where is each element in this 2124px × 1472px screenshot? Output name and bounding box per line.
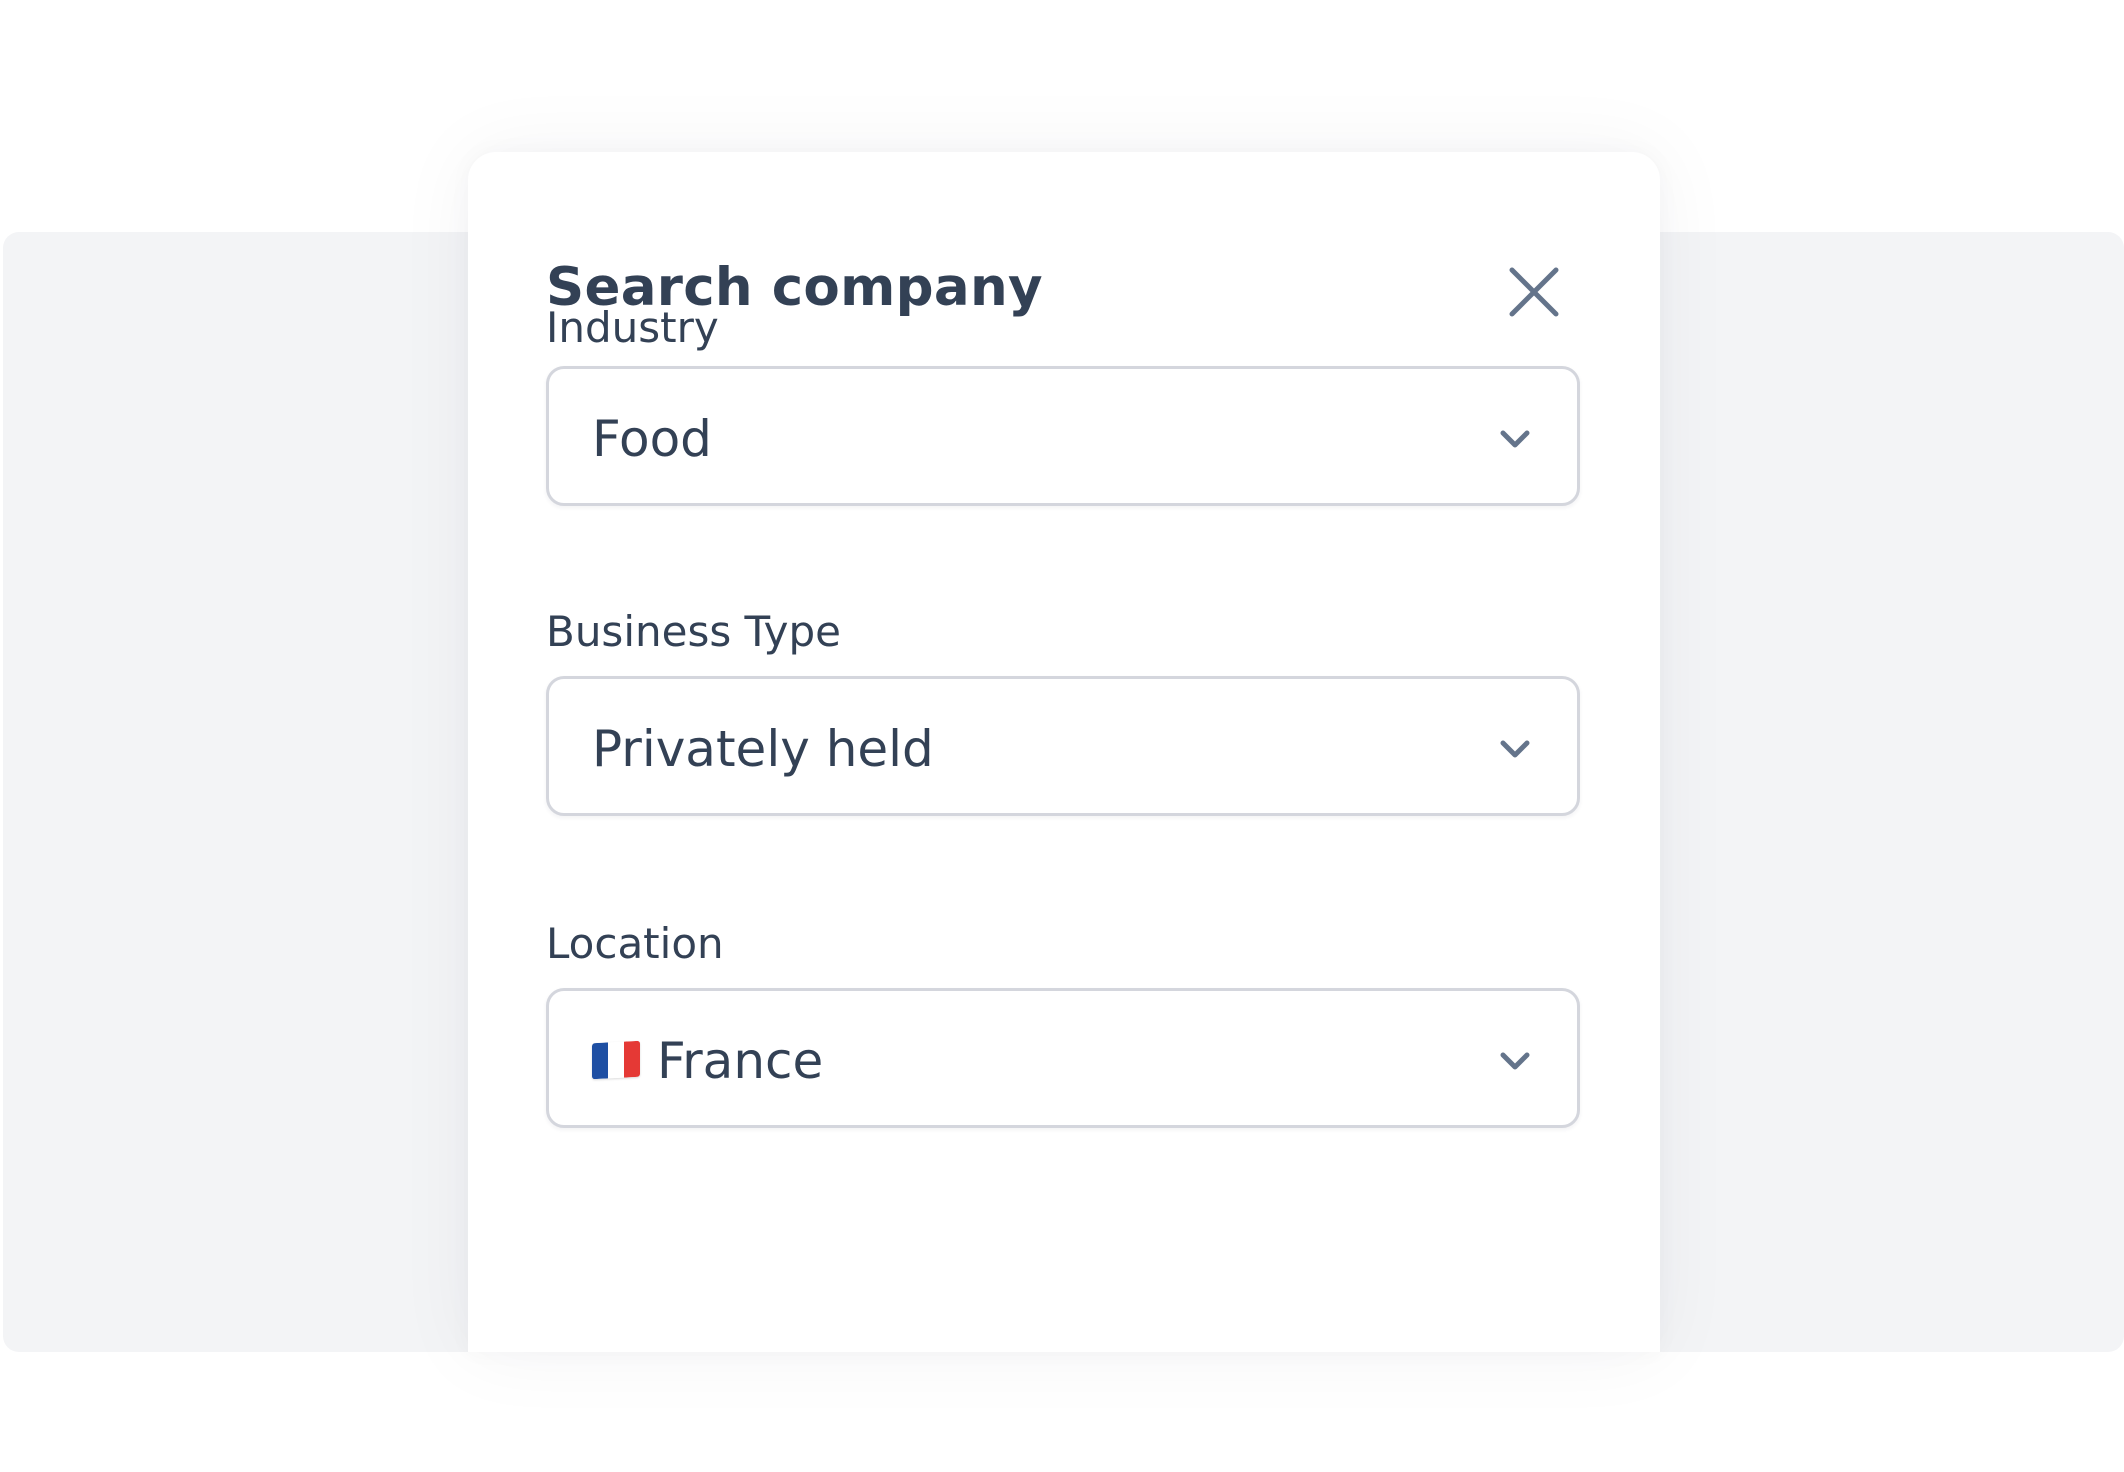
industry-value: Food <box>592 410 712 468</box>
france-flag-icon <box>592 1040 640 1080</box>
location-value: France <box>657 1032 824 1090</box>
chevron-down-icon <box>1497 731 1533 767</box>
business-type-value: Privately held <box>592 720 934 778</box>
page: Search company Industry Food Business Ty… <box>0 0 2124 1472</box>
chevron-down-icon <box>1497 421 1533 457</box>
close-icon <box>1509 267 1559 317</box>
business-type-select[interactable]: Privately held <box>546 676 1580 816</box>
business-type-label: Business Type <box>546 607 842 656</box>
chevron-down-icon <box>1497 1043 1533 1079</box>
location-select[interactable]: France <box>546 988 1580 1128</box>
search-company-modal: Search company Industry Food Business Ty… <box>468 152 1660 1352</box>
location-label: Location <box>546 919 724 968</box>
close-button[interactable] <box>1506 264 1562 320</box>
industry-label: Industry <box>546 303 719 352</box>
industry-select[interactable]: Food <box>546 366 1580 506</box>
